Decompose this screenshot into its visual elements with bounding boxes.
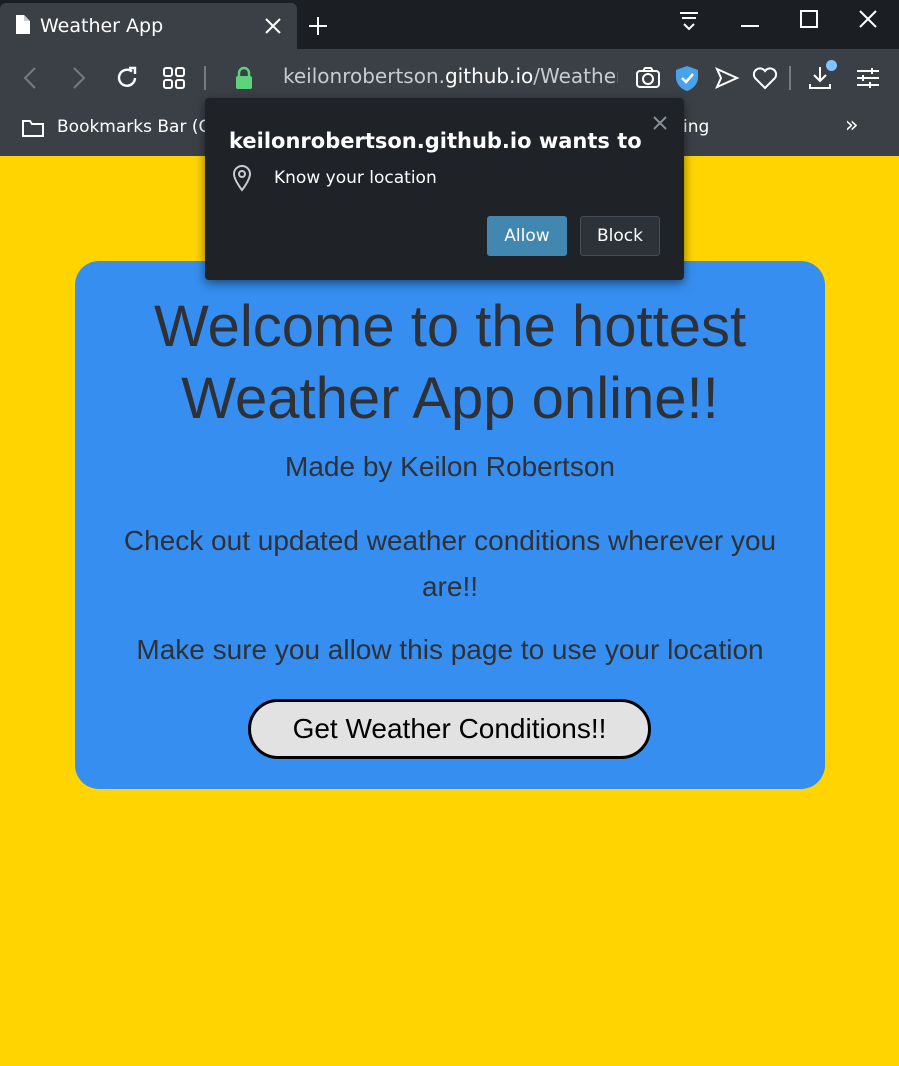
new-tab-icon[interactable]: [306, 14, 330, 38]
url-domain: github.io: [444, 64, 534, 88]
location-instruction: Make sure you allow this page to use you…: [136, 634, 764, 665]
tab-menu-icon[interactable]: [674, 6, 704, 36]
permission-request-text: Know your location: [274, 168, 437, 188]
toolbar-divider-2: [789, 66, 791, 90]
page-description: Check out updated weather conditions whe…: [123, 525, 777, 602]
lock-icon[interactable]: [230, 64, 258, 92]
close-tab-icon[interactable]: [262, 15, 284, 37]
forward-icon[interactable]: [64, 64, 92, 92]
heart-icon[interactable]: [751, 64, 779, 92]
location-permission-popup: keilonrobertson.github.io wants to Know …: [205, 98, 684, 280]
shield-icon[interactable]: [673, 64, 701, 92]
send-icon[interactable]: [713, 64, 741, 92]
url-path: /WeatherA: [533, 64, 618, 88]
bookmark-item-partial[interactable]: ing: [683, 117, 709, 137]
bookmarks-overflow-chevron[interactable]: »: [845, 113, 858, 138]
bookmarks-folder-label[interactable]: Bookmarks Bar (Ch: [57, 117, 221, 137]
close-icon[interactable]: [651, 114, 669, 132]
toolbar-divider: [204, 66, 206, 90]
tab-title: Weather App: [40, 15, 164, 37]
speed-dial-icon[interactable]: [161, 64, 189, 92]
maximize-icon[interactable]: [794, 6, 824, 36]
url-field[interactable]: keilonrobertson.github.io/WeatherA: [283, 64, 618, 88]
camera-icon[interactable]: [634, 64, 662, 92]
author-byline: Made by Keilon Robertson: [285, 451, 615, 482]
folder-icon: [22, 120, 44, 137]
block-button[interactable]: Block: [580, 216, 660, 256]
settings-sliders-icon[interactable]: [854, 64, 882, 92]
close-window-icon[interactable]: [853, 6, 883, 36]
page-headline: Welcome to the hottest Weather App onlin…: [153, 294, 747, 431]
minimize-icon[interactable]: [735, 6, 765, 36]
document-icon: [16, 15, 30, 34]
url-prefix: keilonrobertson.: [283, 64, 445, 88]
download-badge: [826, 60, 837, 71]
back-icon[interactable]: [17, 64, 45, 92]
allow-button[interactable]: Allow: [487, 216, 567, 256]
popup-title: keilonrobertson.github.io wants to: [229, 129, 642, 153]
welcome-card: Welcome to the hottest Weather App onlin…: [75, 261, 825, 789]
location-pin-icon: [232, 165, 252, 192]
title-bar: Weather App: [0, 0, 899, 49]
reload-icon[interactable]: [113, 64, 141, 92]
tab-weather-app[interactable]: Weather App: [0, 3, 297, 49]
get-weather-button[interactable]: Get Weather Conditions!!: [248, 699, 651, 759]
